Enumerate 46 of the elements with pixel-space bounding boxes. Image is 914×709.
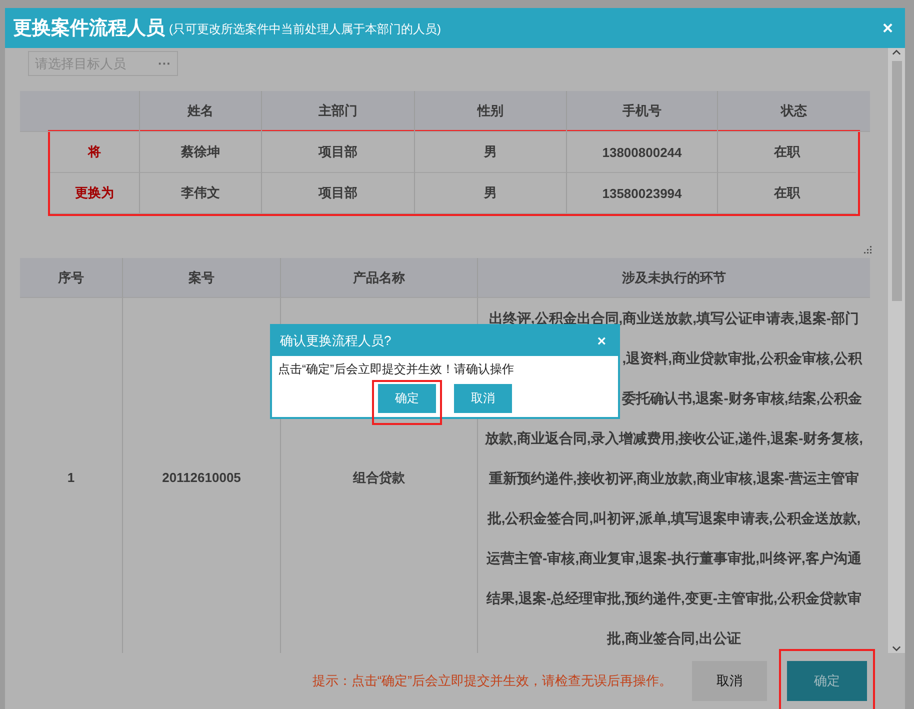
resize-grip-icon[interactable] — [864, 246, 872, 254]
cancel-button[interactable]: 取消 — [692, 661, 767, 701]
column-header: 姓名 — [140, 91, 262, 132]
popup-button[interactable]: 确定 — [378, 384, 436, 413]
table-cell: 在职 — [718, 173, 856, 214]
table-cell: 1 — [20, 298, 123, 653]
column-header: 涉及未执行的环节 — [478, 258, 870, 298]
step-text: 重新预约递件,接收初评,商业放款,商业审核,退案-营运主管审 — [488, 470, 860, 486]
table-cell: 在职 — [718, 132, 856, 173]
step-text: 运营主管-审核,商业复审,退案-执行董事审批,叫终评,客户沟通 — [486, 550, 862, 566]
dialog-subtitle: (只可更改所选案件中当前处理人属于本部门的人员) — [169, 21, 441, 38]
step-text: 批,商业签合同,出公证 — [607, 630, 741, 646]
popup-title: 确认更换流程人员? — [280, 332, 392, 350]
table-cell: 项目部 — [262, 173, 415, 214]
column-header: 产品名称 — [281, 258, 478, 298]
column-header: 手机号 — [567, 91, 718, 132]
column-header: 序号 — [20, 258, 123, 298]
step-text: 结果,退案-总经理审批,预约递件,变更-主管审批,公积金贷款审 — [486, 590, 862, 606]
column-header: 案号 — [123, 258, 281, 298]
column-header: 状态 — [718, 91, 870, 132]
popup-message: 点击“确定”后会立即提交并生效！请确认操作 — [277, 361, 515, 378]
table-cell: 项目部 — [262, 132, 415, 173]
step-text: 批,公积金签合同,叫初评,派单,填写退案申请表,公积金送放款, — [487, 510, 861, 526]
scroll-down-icon[interactable] — [892, 644, 901, 653]
step-text: 委托确认书,退案-财务审核,结案,公积金 — [622, 390, 862, 406]
scrollbar[interactable] — [888, 48, 905, 653]
table-cell: 13800800244 — [567, 132, 718, 173]
scroll-up-icon[interactable] — [892, 48, 901, 57]
dialog-title: 更换案件流程人员 — [13, 16, 165, 41]
table-cell: 蔡徐坤 — [140, 132, 262, 173]
table-cell: 男 — [415, 173, 567, 214]
close-button[interactable]: × — [882, 18, 893, 38]
row-label: 更换为 — [50, 173, 140, 214]
table-cell: 13580023994 — [567, 173, 718, 214]
scrollbar-thumb[interactable] — [892, 61, 902, 301]
close-button[interactable]: × — [597, 332, 606, 350]
table-cell: 男 — [415, 132, 567, 173]
row-label: 将 — [50, 132, 140, 173]
step-text: 放款,商业返合同,录入增减费用,接收公证,递件,退案-财务复核, — [485, 430, 863, 446]
table-cell: 李伟文 — [140, 173, 262, 214]
confirm-button[interactable]: 确定 — [787, 661, 867, 701]
step-text: ,退资料,商业贷款审批,公积金审核,公积 — [622, 350, 862, 366]
column-header: 性别 — [415, 91, 567, 132]
column-header: 主部门 — [262, 91, 415, 132]
popup-button[interactable]: 取消 — [454, 384, 512, 413]
hint-text: 提示：点击“确定”后会立即提交并生效，请检查无误后再操作。 — [312, 672, 672, 690]
